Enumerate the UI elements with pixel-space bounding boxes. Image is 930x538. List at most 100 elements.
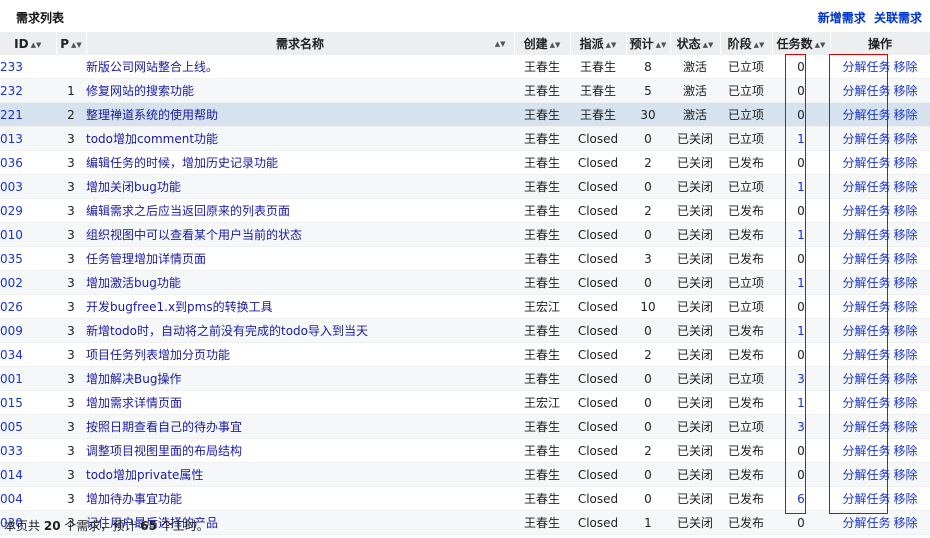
table-row[interactable]: 036 3 编辑任务的时候，增加历史记录功能 王春生 Closed 2 已关闭 已发布 0 分解任… xyxy=(0,150,930,175)
table-row[interactable]: 029 3 编辑需求之后应当返回原来的列表页面 王春生 Closed 2 已关闭 已发布 0 分解… xyxy=(0,198,930,223)
remove-link[interactable]: 移除 xyxy=(894,276,918,290)
remove-link[interactable]: 移除 xyxy=(894,324,918,338)
story-id-link[interactable]: 036 xyxy=(0,156,23,170)
story-tasks-cell[interactable]: 1 xyxy=(772,390,830,415)
split-task-link[interactable]: 分解任务 xyxy=(842,156,893,170)
split-task-link[interactable]: 分解任务 xyxy=(842,276,893,290)
remove-link[interactable]: 移除 xyxy=(894,420,918,434)
story-title-link[interactable]: 项目任务列表增加分页功能 xyxy=(86,348,230,362)
split-task-link[interactable]: 分解任务 xyxy=(842,300,893,314)
table-row[interactable]: 002 3 增加激活bug功能 王春生 Closed 0 已关闭 已立项 1 分解任务 移除 xyxy=(0,270,930,295)
remove-link[interactable]: 移除 xyxy=(894,228,918,242)
col-creator-header[interactable]: 创建 ▲▼ xyxy=(514,32,571,55)
sort-icon[interactable]: ▲▼ xyxy=(815,41,826,49)
story-id-link[interactable]: 034 xyxy=(0,348,23,362)
sort-icon[interactable]: ▲▼ xyxy=(656,41,667,49)
split-task-link[interactable]: 分解任务 xyxy=(842,396,893,410)
remove-link[interactable]: 移除 xyxy=(894,132,918,146)
story-id-link[interactable]: 003 xyxy=(0,180,23,194)
split-task-link[interactable]: 分解任务 xyxy=(842,180,893,194)
table-row[interactable]: 001 3 增加解决Bug操作 王春生 Closed 0 已关闭 已立项 3 分解任务 移除 xyxy=(0,366,930,391)
link-story-link[interactable]: 关联需求 xyxy=(874,11,922,25)
story-tasks-cell[interactable]: 6 xyxy=(772,486,830,511)
story-id-link[interactable]: 221 xyxy=(0,108,23,122)
split-task-link[interactable]: 分解任务 xyxy=(842,252,893,266)
remove-link[interactable]: 移除 xyxy=(894,516,918,530)
story-id-link[interactable]: 035 xyxy=(0,252,23,266)
remove-link[interactable]: 移除 xyxy=(894,300,918,314)
story-id-link[interactable]: 232 xyxy=(0,84,23,98)
story-title-link[interactable]: todo增加private属性 xyxy=(86,468,203,482)
split-task-link[interactable]: 分解任务 xyxy=(842,204,893,218)
split-task-link[interactable]: 分解任务 xyxy=(842,108,893,122)
story-title-link[interactable]: 组织视图中可以查看某个用户当前的状态 xyxy=(86,228,302,242)
story-tasks-cell[interactable]: 1 xyxy=(772,270,830,295)
table-row[interactable]: 013 3 todo增加comment功能 王春生 Closed 0 已关闭 已立项 1 分解任务… xyxy=(0,126,930,151)
remove-link[interactable]: 移除 xyxy=(894,444,918,458)
story-title-link[interactable]: 增加关闭bug功能 xyxy=(86,180,181,194)
split-task-link[interactable]: 分解任务 xyxy=(842,132,893,146)
sort-icon[interactable]: ▲▼ xyxy=(495,40,506,48)
table-row[interactable]: 232 1 修复网站的搜索功能 王春生 王春生 5 激活 已立项 0 分解任务 移除 xyxy=(0,78,930,103)
story-title-link[interactable]: 编辑任务的时候，增加历史记录功能 xyxy=(86,156,278,170)
table-row[interactable]: 005 3 按照日期查看自己的待办事宜 王春生 Closed 0 已关闭 已立项 3 分解任务 移除 xyxy=(0,414,930,439)
story-title-link[interactable]: 增加解决Bug操作 xyxy=(86,372,181,386)
split-task-link[interactable]: 分解任务 xyxy=(842,420,893,434)
story-id-link[interactable]: 010 xyxy=(0,228,23,242)
table-row[interactable]: 014 3 todo增加private属性 王春生 Closed 0 已关闭 已发布 0 分解任务… xyxy=(0,462,930,487)
split-task-link[interactable]: 分解任务 xyxy=(842,348,893,362)
remove-link[interactable]: 移除 xyxy=(894,468,918,482)
table-row[interactable]: 033 3 调整项目视图里面的布局结构 王春生 Closed 2 已关闭 已发布 0 分解任务 移除 xyxy=(0,438,930,463)
table-row[interactable]: 015 3 增加需求详情页面 王宏江 Closed 0 已关闭 已发布 1 分解任务 移除 xyxy=(0,390,930,415)
remove-link[interactable]: 移除 xyxy=(894,348,918,362)
story-id-link[interactable]: 009 xyxy=(0,324,23,338)
remove-link[interactable]: 移除 xyxy=(894,204,918,218)
story-tasks-cell[interactable]: 3 xyxy=(772,366,830,391)
story-title-link[interactable]: 开发bugfree1.x到pms的转换工具 xyxy=(86,300,273,314)
col-id-header[interactable]: ID ▲▼ xyxy=(0,32,57,55)
remove-link[interactable]: 移除 xyxy=(894,372,918,386)
story-id-link[interactable]: 002 xyxy=(0,276,23,290)
story-id-link[interactable]: 233 xyxy=(0,60,23,74)
story-id-link[interactable]: 015 xyxy=(0,396,23,410)
sort-icon[interactable]: ▲▼ xyxy=(606,41,617,49)
table-row[interactable]: 009 3 新增todo时，自动将之前没有完成的todo导入到当天 王春生 Closed… xyxy=(0,318,930,343)
split-task-link[interactable]: 分解任务 xyxy=(842,228,893,242)
remove-link[interactable]: 移除 xyxy=(894,60,918,74)
col-stage-header[interactable]: 阶段 ▲▼ xyxy=(720,32,773,55)
split-task-link[interactable]: 分解任务 xyxy=(842,516,893,530)
col-estimate-header[interactable]: 预计 ▲▼ xyxy=(626,32,671,55)
story-tasks-cell[interactable]: 1 xyxy=(772,174,830,199)
remove-link[interactable]: 移除 xyxy=(894,156,918,170)
story-id-link[interactable]: 005 xyxy=(0,420,23,434)
col-tasks-header[interactable]: 任务数 ▲▼ xyxy=(772,32,831,55)
story-title-link[interactable]: 任务管理增加详情页面 xyxy=(86,252,206,266)
col-title-header[interactable]: 需求名称 ▲▼ xyxy=(86,32,515,55)
sort-icon[interactable]: ▲▼ xyxy=(550,41,561,49)
story-title-link[interactable]: 修复网站的搜索功能 xyxy=(86,84,194,98)
split-task-link[interactable]: 分解任务 xyxy=(842,468,893,482)
split-task-link[interactable]: 分解任务 xyxy=(842,492,893,506)
col-pri-header[interactable]: P ▲▼ xyxy=(56,32,87,55)
remove-link[interactable]: 移除 xyxy=(894,108,918,122)
sort-icon[interactable]: ▲▼ xyxy=(754,41,765,49)
table-row[interactable]: 026 3 开发bugfree1.x到pms的转换工具 王宏江 Closed 10 已关闭已… xyxy=(0,294,930,319)
split-task-link[interactable]: 分解任务 xyxy=(842,324,893,338)
sort-icon[interactable]: ▲▼ xyxy=(703,41,714,49)
col-assigned-header[interactable]: 指派 ▲▼ xyxy=(570,32,627,55)
split-task-link[interactable]: 分解任务 xyxy=(842,372,893,386)
split-task-link[interactable]: 分解任务 xyxy=(842,60,893,74)
table-row[interactable]: 035 3 任务管理增加详情页面 王春生 Closed 3 已关闭 已发布 0 分解任务 移除 xyxy=(0,246,930,271)
new-story-link[interactable]: 新增需求 xyxy=(818,11,866,25)
split-task-link[interactable]: 分解任务 xyxy=(842,84,893,98)
table-row[interactable]: 003 3 增加关闭bug功能 王春生 Closed 0 已关闭 已立项 1 分解任务 移除 xyxy=(0,174,930,199)
story-title-link[interactable]: 编辑需求之后应当返回原来的列表页面 xyxy=(86,204,290,218)
remove-link[interactable]: 移除 xyxy=(894,396,918,410)
story-tasks-cell[interactable]: 3 xyxy=(772,414,830,439)
story-title-link[interactable]: 增加需求详情页面 xyxy=(86,396,182,410)
remove-link[interactable]: 移除 xyxy=(894,492,918,506)
story-id-link[interactable]: 001 xyxy=(0,372,23,386)
story-tasks-cell[interactable]: 1 xyxy=(772,126,830,151)
story-id-link[interactable]: 013 xyxy=(0,132,23,146)
story-title-link[interactable]: 新版公司网站整合上线。 xyxy=(86,60,218,74)
